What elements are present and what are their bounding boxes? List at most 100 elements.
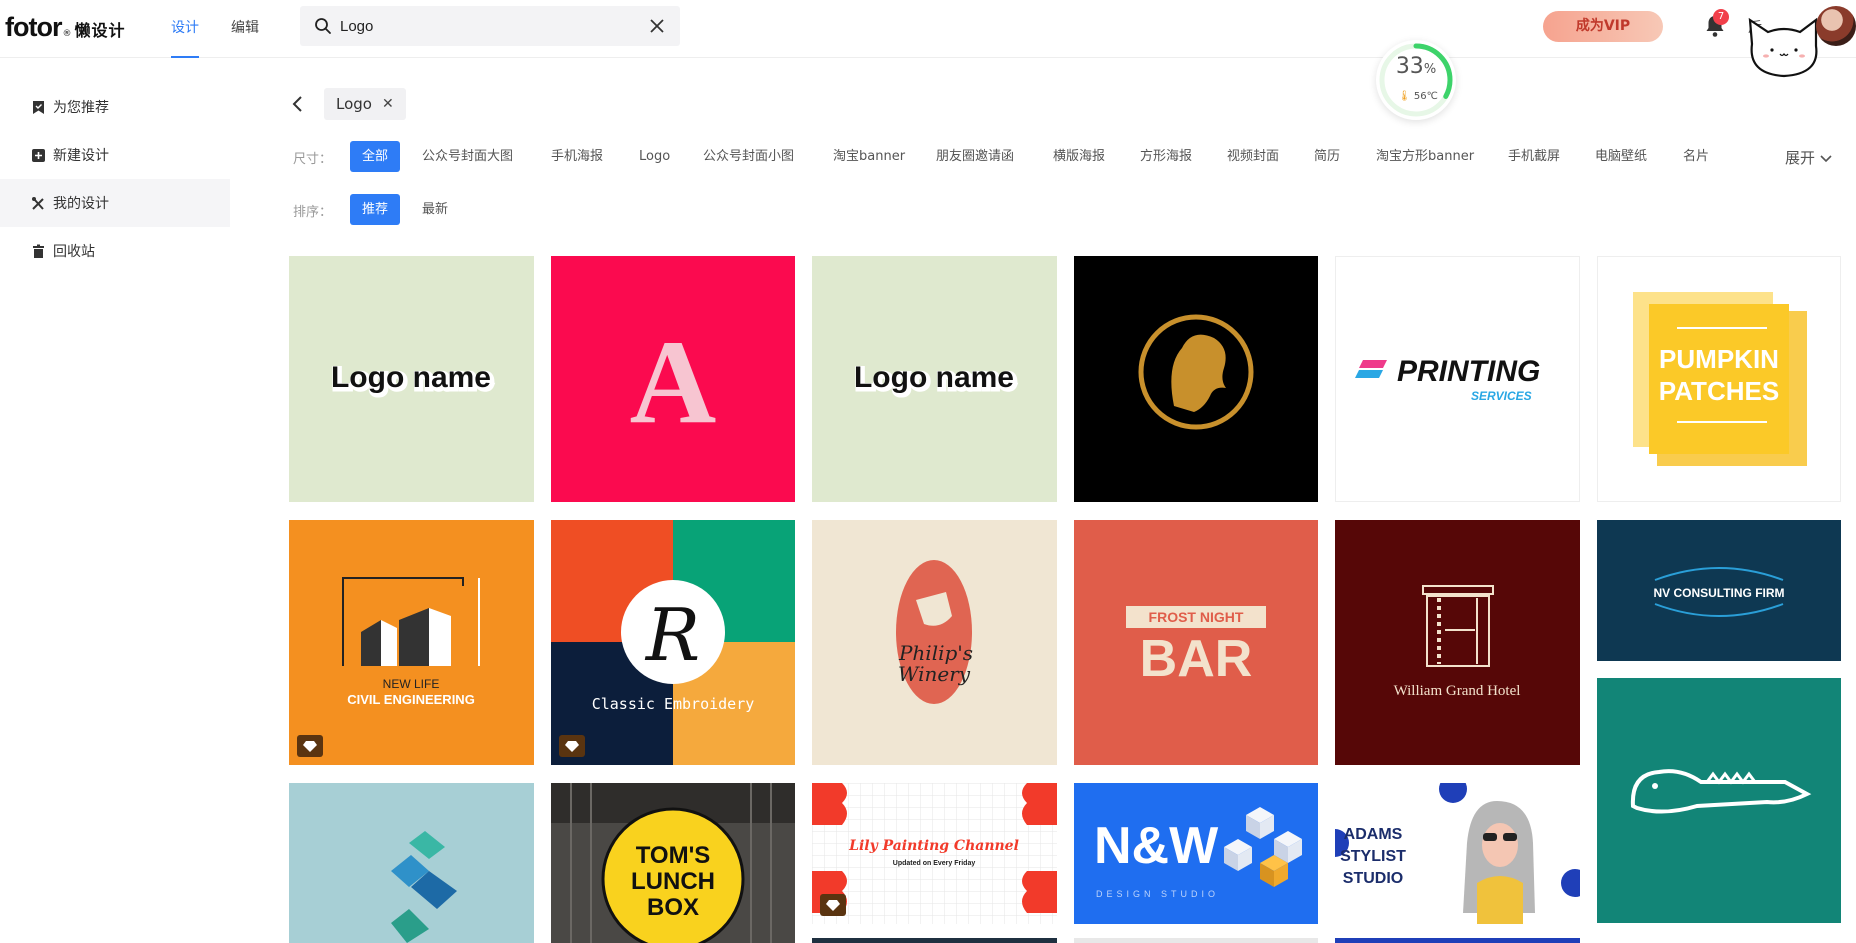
template-thumbnail: ADAMS STYLIST STUDIO: [1335, 783, 1580, 924]
back-arrow-icon[interactable]: [290, 94, 306, 114]
template-card[interactable]: Logo name Logo name: [289, 256, 534, 502]
template-card[interactable]: NV CONSULTING FIRM: [1597, 520, 1841, 661]
sort-option-recommended[interactable]: 推荐: [350, 194, 401, 225]
active-tab-underline: [171, 56, 199, 58]
template-text: DESIGN STUDIO: [1096, 889, 1219, 899]
size-option[interactable]: 公众号封面大图: [410, 141, 525, 172]
top-header: fotor ® 懒设计 设计 编辑 成为VIP 7 后: [0, 0, 1856, 78]
trash-icon: [33, 244, 44, 258]
template-text: ADAMS: [1344, 826, 1403, 843]
template-thumbnail: R Classic Embroidery: [551, 520, 795, 765]
size-option[interactable]: 朋友圈邀请函: [924, 141, 1026, 172]
template-card[interactable]: NEW LIFE CIVIL ENGINEERING: [289, 520, 534, 765]
size-option[interactable]: 横版海报: [1041, 141, 1117, 172]
template-text: PUMPKIN: [1659, 344, 1779, 374]
template-card[interactable]: [289, 783, 534, 943]
fotor-logo[interactable]: fotor ® 懒设计: [5, 12, 126, 44]
template-text: Logo name: [854, 361, 1014, 394]
template-thumbnail: Logo name Logo name: [289, 256, 534, 502]
add-icon: [32, 148, 45, 162]
size-option[interactable]: Logo: [627, 141, 682, 172]
diamond-icon: [303, 741, 317, 752]
template-thumbnail: NEW LIFE CIVIL ENGINEERING: [289, 520, 534, 765]
template-text: PRINTING: [1397, 355, 1540, 388]
template-thumbnail: [289, 783, 534, 943]
sidebar-item-new-design[interactable]: 新建设计: [0, 131, 230, 179]
template-text: N&W: [1094, 817, 1219, 875]
sidebar-item-recommend[interactable]: 为您推荐: [0, 83, 230, 131]
performance-gauge: 33% 🌡 56℃: [1376, 40, 1456, 120]
size-option-all[interactable]: 全部: [350, 141, 401, 172]
active-filter-label: Logo: [336, 95, 372, 113]
template-thumbnail: PUMPKIN PATCHES: [1597, 256, 1841, 502]
cat-mascot-icon: [1748, 17, 1818, 78]
size-filter-label: 尺寸：: [293, 152, 333, 167]
user-avatar[interactable]: [1816, 6, 1856, 46]
template-thumbnail: NV CONSULTING FIRM: [1597, 520, 1841, 661]
gauge-temperature: 🌡 56℃: [1398, 91, 1438, 102]
template-thumbnail: N&W DESIGN STUDIO: [1074, 783, 1318, 924]
template-thumbnail: William Grand Hotel: [1335, 520, 1580, 765]
template-text: BOX: [647, 894, 699, 921]
sidebar-item-trash[interactable]: 回收站: [0, 227, 230, 275]
size-option[interactable]: 手机海报: [539, 141, 615, 172]
template-card[interactable]: FROST NIGHT BAR: [1074, 520, 1318, 765]
remove-filter-icon[interactable]: ✕: [382, 88, 394, 120]
template-card[interactable]: [1074, 938, 1318, 943]
template-card[interactable]: PUMPKIN PATCHES: [1597, 256, 1841, 502]
template-card[interactable]: Lily Painting Channel Updated on Every F…: [812, 783, 1057, 924]
size-option[interactable]: 名片: [1671, 141, 1721, 172]
template-thumbnail: [1074, 256, 1318, 502]
thermometer-icon: 🌡: [1398, 91, 1411, 102]
template-text: William Grand Hotel: [1394, 683, 1521, 699]
size-option[interactable]: 淘宝方形banner: [1364, 141, 1486, 172]
become-vip-button[interactable]: 成为VIP: [1543, 11, 1663, 42]
template-card[interactable]: PRINTING SERVICES: [1335, 256, 1580, 502]
sort-label: 排序：: [293, 205, 333, 220]
sidebar-item-label: 回收站: [53, 244, 95, 260]
expand-label: 展开: [1785, 149, 1816, 167]
size-option[interactable]: 简历: [1302, 141, 1352, 172]
size-option[interactable]: 淘宝banner: [821, 141, 917, 172]
template-thumbnail: Lily Painting Channel Updated on Every F…: [812, 783, 1057, 924]
template-thumbnail: Logo name Logo name: [812, 256, 1057, 502]
sort-option-newest[interactable]: 最新: [410, 194, 460, 225]
template-card[interactable]: [812, 938, 1057, 943]
template-card[interactable]: Philip's Winery: [812, 520, 1057, 765]
size-option[interactable]: 方形海报: [1128, 141, 1204, 172]
template-card[interactable]: N&W DESIGN STUDIO: [1074, 783, 1318, 924]
template-card[interactable]: [1597, 678, 1841, 923]
search-icon[interactable]: [314, 17, 332, 35]
size-option[interactable]: 公众号封面小图: [691, 141, 806, 172]
template-thumbnail: FROST NIGHT BAR: [1074, 520, 1318, 765]
template-card[interactable]: ADAMS STYLIST STUDIO: [1335, 783, 1580, 924]
close-icon[interactable]: [648, 17, 666, 35]
chevron-down-icon: [1820, 155, 1832, 163]
sidebar-item-label: 新建设计: [53, 148, 109, 164]
template-card[interactable]: TOM'S LUNCH BOX: [551, 783, 795, 943]
search-input[interactable]: [340, 6, 630, 46]
size-option[interactable]: 视频封面: [1215, 141, 1291, 172]
notification-badge: 7: [1713, 9, 1729, 25]
sidebar-item-label: 我的设计: [53, 196, 109, 212]
size-option[interactable]: 电脑壁纸: [1583, 141, 1659, 172]
template-text: Updated on Every Friday: [893, 860, 976, 867]
template-card[interactable]: William Grand Hotel: [1335, 520, 1580, 765]
design-tools-icon: [32, 196, 44, 210]
template-card[interactable]: A: [551, 256, 795, 502]
sidebar-item-label: 为您推荐: [53, 100, 109, 116]
template-card[interactable]: [1074, 256, 1318, 502]
search-bar: [300, 6, 680, 46]
template-text: BAR: [1140, 630, 1253, 688]
template-text: STYLIST: [1340, 848, 1406, 865]
tab-edit[interactable]: 编辑: [231, 17, 259, 37]
expand-sizes-button[interactable]: 展开: [1785, 147, 1832, 168]
template-card[interactable]: Logo name Logo name: [812, 256, 1057, 502]
sidebar-item-my-designs[interactable]: 我的设计: [0, 179, 230, 227]
tab-design[interactable]: 设计: [171, 17, 199, 37]
template-card[interactable]: R Classic Embroidery: [551, 520, 795, 765]
template-thumbnail: TOM'S LUNCH BOX: [551, 783, 795, 943]
template-card[interactable]: [1335, 938, 1580, 943]
template-text: SERVICES: [1471, 389, 1532, 403]
size-option[interactable]: 手机截屏: [1496, 141, 1572, 172]
